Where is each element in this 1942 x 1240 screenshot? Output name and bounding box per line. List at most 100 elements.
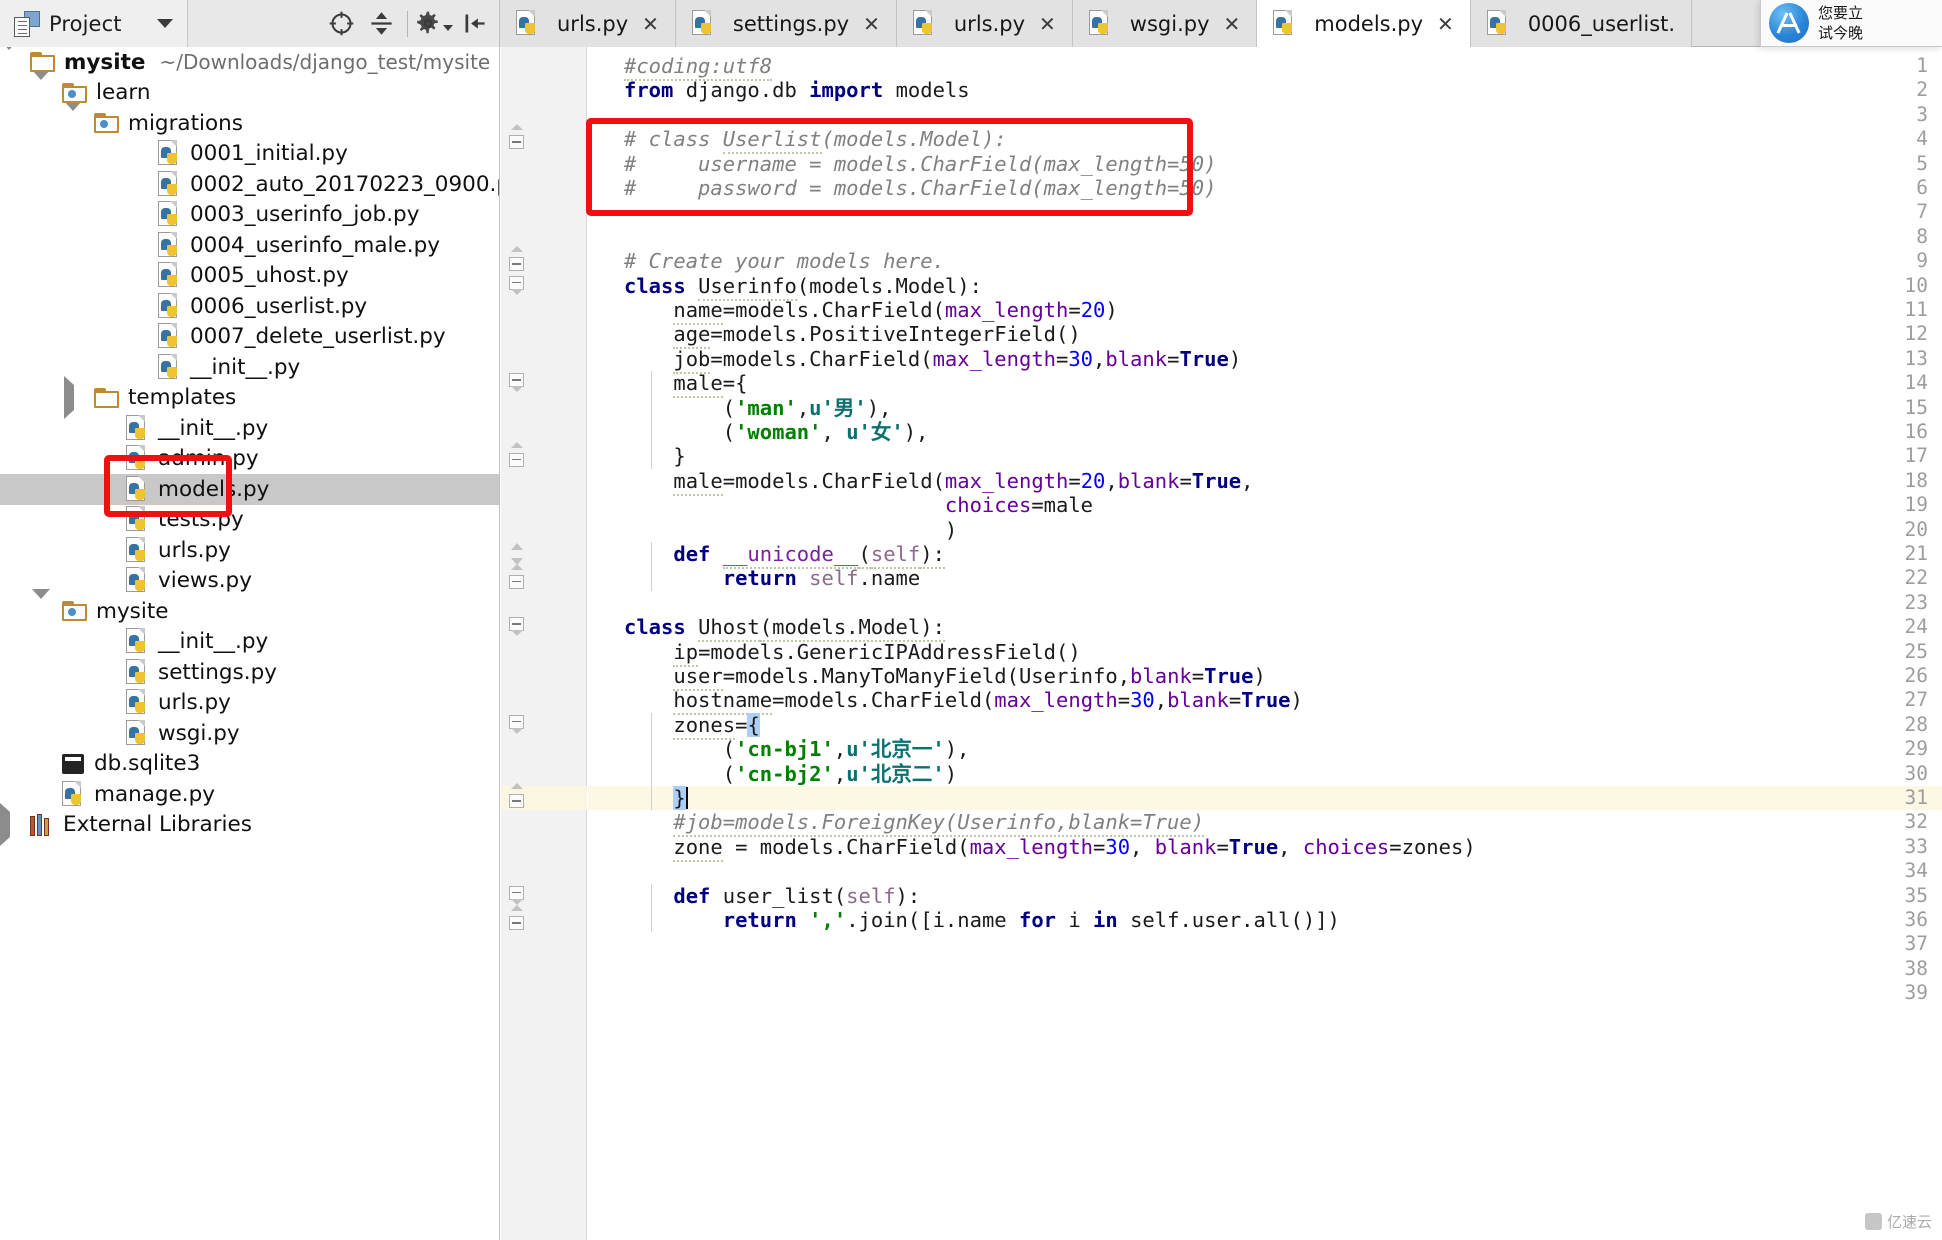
tree-item[interactable]: mysite (0, 596, 499, 627)
twisty-expanded-icon[interactable] (64, 111, 94, 136)
code-fold-marker[interactable] (507, 249, 526, 273)
twisty-expanded-icon[interactable] (0, 50, 30, 75)
tree-item[interactable]: wsgi.py (0, 718, 499, 749)
python-file-icon (1273, 10, 1296, 37)
tree-item[interactable]: 0007_delete_userlist.py (0, 322, 499, 353)
external-libraries-icon (30, 814, 53, 836)
line-number: 29 (1856, 737, 1942, 761)
code-line: # Create your models here. (624, 249, 945, 273)
editor-gutter[interactable] (501, 47, 587, 1240)
code-fold-marker[interactable] (507, 786, 526, 810)
tree-item-label: tests.py (158, 507, 244, 532)
python-file-icon (158, 323, 181, 350)
settings-gear-icon[interactable] (415, 5, 453, 43)
tree-item[interactable]: 0001_initial.py (0, 139, 499, 170)
twisty-collapsed-icon[interactable] (64, 385, 94, 410)
code-fold-marker[interactable] (507, 566, 526, 590)
code-fold-marker[interactable] (507, 127, 526, 151)
tree-item-label: urls.py (158, 690, 231, 715)
collapse-all-icon[interactable] (362, 5, 400, 43)
editor-tab-urls-py-0[interactable]: urls.py✕ (500, 0, 676, 47)
code-fold-marker[interactable] (507, 615, 526, 639)
hide-panel-icon[interactable] (455, 5, 493, 43)
twisty-expanded-icon[interactable] (32, 80, 62, 105)
code-line: job=models.CharField(max_length=30,blank… (624, 347, 1241, 371)
tree-item[interactable]: urls.py (0, 535, 499, 566)
top-bar: Project (0, 0, 1942, 47)
project-icon (14, 11, 40, 37)
tree-item-label: 0007_delete_userlist.py (190, 324, 446, 349)
tree-item[interactable]: 0005_uhost.py (0, 261, 499, 292)
tree-item[interactable]: manage.py (0, 779, 499, 810)
tree-item-label: 0006_userlist.py (190, 294, 367, 319)
close-icon[interactable]: ✕ (1224, 14, 1241, 34)
tree-item[interactable]: db.sqlite3 (0, 749, 499, 780)
python-file-icon (126, 445, 149, 472)
tree-item-selected[interactable]: models.py (0, 474, 499, 505)
tree-item[interactable]: migrations (0, 108, 499, 139)
line-number: 24 (1856, 615, 1942, 639)
code-line: zone = models.CharField(max_length=30, b… (624, 835, 1476, 859)
tree-item[interactable]: 0006_userlist.py (0, 291, 499, 322)
app-store-notification[interactable]: 您要立 试今晚 (1760, 0, 1942, 47)
tree-item[interactable]: __init__.py (0, 627, 499, 658)
tree-item[interactable]: mysite~/Downloads/django_test/mysite (0, 47, 499, 78)
tree-item[interactable]: __init__.py (0, 352, 499, 383)
editor-tab-0006-userlist--5[interactable]: 0006_userlist. (1471, 0, 1692, 47)
project-tree[interactable]: mysite~/Downloads/django_test/mysitelear… (0, 47, 500, 1240)
indent-guide (651, 713, 652, 811)
tree-item[interactable]: urls.py (0, 688, 499, 719)
tree-item[interactable]: admin.py (0, 444, 499, 475)
close-icon[interactable]: ✕ (642, 14, 659, 34)
locate-icon[interactable] (322, 5, 360, 43)
tree-item[interactable]: External Libraries (0, 810, 499, 841)
close-icon[interactable]: ✕ (1437, 14, 1454, 34)
tree-item-label: mysite (64, 50, 145, 75)
tree-item[interactable]: settings.py (0, 657, 499, 688)
chevron-down-icon[interactable] (157, 19, 173, 28)
line-number: 35 (1856, 884, 1942, 908)
tree-item-label: views.py (158, 568, 252, 593)
tree-item[interactable]: 0004_userinfo_male.py (0, 230, 499, 261)
close-icon[interactable]: ✕ (1039, 14, 1056, 34)
python-file-icon (126, 476, 149, 503)
tree-item[interactable]: __init__.py (0, 413, 499, 444)
code-line: class Userinfo(models.Model): (624, 274, 982, 298)
editor-tab-settings-py-1[interactable]: settings.py✕ (676, 0, 897, 47)
tree-item-label: templates (128, 385, 236, 410)
tree-item-label: External Libraries (63, 812, 252, 837)
code-fold-marker[interactable] (507, 444, 526, 468)
python-file-icon (158, 171, 181, 198)
code-fold-marker[interactable] (507, 274, 526, 298)
editor-tab-urls-py-2[interactable]: urls.py✕ (897, 0, 1073, 47)
tree-item-label: db.sqlite3 (94, 751, 200, 776)
python-file-icon (158, 293, 181, 320)
editor-tab-models-py-4[interactable]: models.py✕ (1257, 0, 1471, 47)
code-editor[interactable]: 1#coding:utf82from django.db import mode… (501, 47, 1942, 1240)
project-tool-tab[interactable]: Project (0, 0, 188, 47)
tree-item[interactable]: templates (0, 383, 499, 414)
code-line: # class Userlist(models.Model): (624, 127, 1007, 151)
fold-marker-column[interactable] (588, 47, 618, 1240)
project-tool-label: Project (49, 12, 122, 36)
close-icon[interactable]: ✕ (863, 14, 880, 34)
editor-tab-wsgi-py-3[interactable]: wsgi.py✕ (1073, 0, 1257, 47)
line-number: 10 (1856, 274, 1942, 298)
code-fold-marker[interactable] (507, 713, 526, 737)
tree-item-label: 0003_userinfo_job.py (190, 202, 419, 227)
tree-item[interactable]: 0002_auto_20170223_0900.py (0, 169, 499, 200)
tree-item[interactable]: views.py (0, 566, 499, 597)
code-fold-marker[interactable] (507, 908, 526, 932)
python-file-icon (1089, 10, 1112, 37)
twisty-expanded-icon[interactable] (32, 599, 62, 624)
gear-dropdown-arrow-icon[interactable] (443, 25, 453, 31)
code-line: # username = models.CharField(max_length… (624, 152, 1216, 176)
python-file-icon (158, 262, 181, 289)
line-number: 9 (1856, 249, 1942, 273)
tree-item[interactable]: tests.py (0, 505, 499, 536)
twisty-collapsed-icon[interactable] (0, 812, 30, 837)
line-number: 33 (1856, 835, 1942, 859)
tree-item[interactable]: 0003_userinfo_job.py (0, 200, 499, 231)
python-file-icon (126, 537, 149, 564)
code-fold-marker[interactable] (507, 371, 526, 395)
